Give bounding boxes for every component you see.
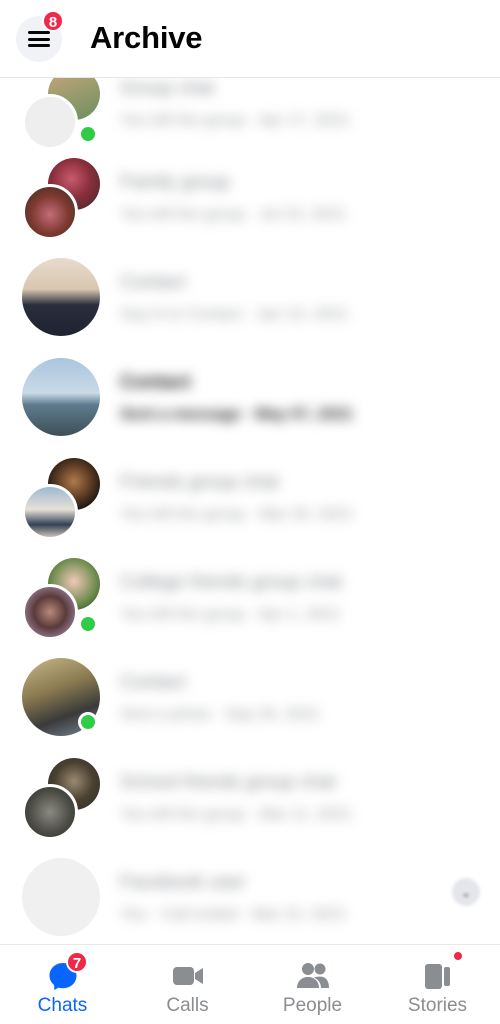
video-camera-icon — [172, 967, 203, 985]
app-header: 8 Archive — [0, 0, 500, 78]
chat-name: Facebook user — [120, 872, 246, 893]
chat-preview: You left the group · Mar 11, 2021 — [120, 806, 353, 823]
chat-text: Friends group chat You left the group · … — [120, 472, 465, 526]
chat-name: Family group — [120, 172, 230, 193]
tab-calls[interactable]: Calls — [125, 945, 250, 1024]
chat-text: Contact Sent a message · May 07, 2021 — [120, 372, 465, 426]
chat-row[interactable]: Contact Sent a message · May 07, 2021 — [0, 358, 500, 458]
online-status-indicator — [78, 712, 98, 732]
archived-chat-list[interactable]: Group chat You left the group · Apr 17, … — [0, 78, 500, 944]
group-avatar — [22, 758, 102, 840]
chat-text: School friends group chat You left the g… — [120, 772, 465, 826]
online-status-indicator — [78, 124, 98, 144]
tab-label: Stories — [407, 995, 468, 1016]
chat-text: Family group You left the group · Jul 23… — [120, 172, 465, 226]
tab-label: People — [282, 995, 343, 1016]
avatar-photo — [22, 584, 78, 640]
chat-preview: You left the group · Apr 1, 2021 — [120, 606, 341, 623]
chat-preview: You left the group · Jul 23, 2021 — [120, 206, 347, 223]
tab-chats[interactable]: 7 Chats — [0, 945, 125, 1024]
avatar-photo — [22, 184, 78, 240]
stories-icon — [424, 964, 450, 989]
page-title: Archive — [90, 20, 203, 55]
chat-name: College friends group chat — [120, 572, 342, 593]
group-avatar — [22, 78, 102, 150]
avatar-placeholder — [22, 858, 100, 936]
chat-row[interactable]: College friends group chat You left the … — [0, 558, 500, 658]
chat-preview: You left the group · Mar 29, 2021 — [120, 506, 354, 523]
tab-people[interactable]: People — [250, 945, 375, 1024]
avatar-photo — [22, 94, 78, 150]
chat-text: Contact Say hi to Contact · Jan 10, 2021 — [120, 272, 465, 326]
avatar-photo — [22, 258, 100, 336]
chats-unread-badge: 7 — [66, 951, 88, 973]
chat-name: Group chat — [120, 78, 214, 99]
stories-notification-dot — [452, 950, 464, 962]
chat-name: Contact — [120, 372, 191, 393]
chat-name: School friends group chat — [120, 772, 336, 793]
chat-row[interactable]: Contact Say hi to Contact · Jan 10, 2021 — [0, 258, 500, 358]
contact-avatar — [22, 258, 102, 338]
hamburger-menu-icon — [28, 31, 50, 47]
contact-avatar — [22, 858, 102, 938]
chat-name: Contact — [120, 272, 186, 293]
chat-row[interactable]: Contact Sent a photo · Sep 26, 2021 — [0, 658, 500, 758]
contact-avatar — [22, 358, 102, 438]
chat-row[interactable]: Friends group chat You left the group · … — [0, 458, 500, 558]
people-icon — [296, 963, 329, 988]
chat-name: Contact — [120, 672, 186, 693]
chat-text: College friends group chat You left the … — [120, 572, 465, 626]
chat-preview: Sent a message · May 07, 2021 — [120, 406, 354, 423]
tab-label: Chats — [37, 995, 88, 1016]
chat-text: Contact Sent a photo · Sep 26, 2021 — [120, 672, 465, 726]
group-avatar — [22, 558, 102, 640]
avatar-photo — [22, 784, 78, 840]
chat-row[interactable]: Group chat You left the group · Apr 17, … — [0, 78, 500, 168]
chevron-icon[interactable]: ⌄ — [452, 878, 480, 906]
bottom-tab-bar: 7 Chats Calls People Stories — [0, 944, 500, 1024]
chat-row[interactable]: Family group You left the group · Jul 23… — [0, 158, 500, 258]
chat-text: Group chat You left the group · Apr 17, … — [120, 78, 465, 132]
menu-notification-badge: 8 — [42, 10, 64, 32]
avatar-photo — [22, 484, 78, 540]
group-avatar — [22, 458, 102, 540]
chat-preview: You · Call ended · Mar 22, 2021 — [120, 906, 347, 923]
chat-preview: You left the group · Apr 17, 2021 — [120, 112, 350, 129]
group-avatar — [22, 158, 102, 240]
tab-label: Calls — [166, 995, 209, 1016]
tab-stories[interactable]: Stories — [375, 945, 500, 1024]
avatar-photo — [22, 358, 100, 436]
chat-text: Facebook user You · Call ended · Mar 22,… — [120, 872, 465, 926]
chat-preview: Say hi to Contact · Jan 10, 2021 — [120, 306, 349, 323]
contact-avatar — [22, 658, 102, 738]
chat-row[interactable]: School friends group chat You left the g… — [0, 758, 500, 858]
chat-row[interactable]: Facebook user You · Call ended · Mar 22,… — [0, 858, 500, 944]
online-status-indicator — [78, 614, 98, 634]
chat-name: Friends group chat — [120, 472, 279, 493]
chat-preview: Sent a photo · Sep 26, 2021 — [120, 706, 321, 723]
